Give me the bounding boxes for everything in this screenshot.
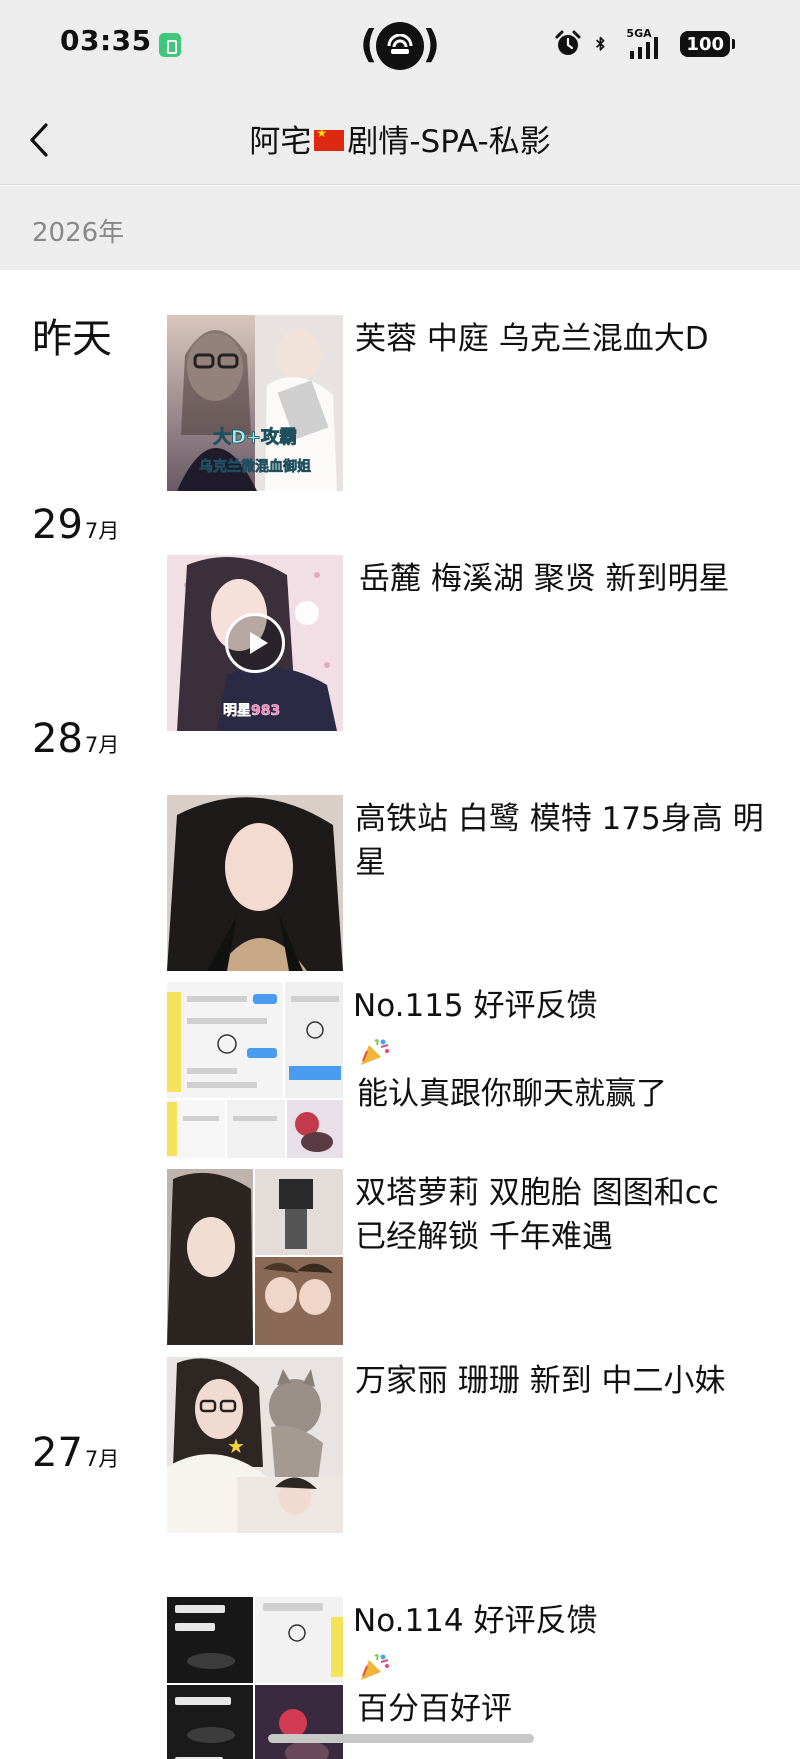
- chevron-left-icon: [30, 123, 48, 157]
- day-number: 29: [32, 502, 83, 548]
- post-thumbnail[interactable]: [167, 795, 343, 971]
- caption-line: 高铁站 白鹭 模特 175身高 明: [355, 801, 764, 837]
- hotspot-icon: ( ): [360, 18, 440, 74]
- day-text: 昨天: [32, 316, 112, 362]
- month-text: 7月: [84, 1447, 120, 1471]
- thumb-overlay-text: 明星983: [223, 703, 280, 719]
- caption-line: 星: [355, 845, 386, 881]
- day-number: 28: [32, 716, 83, 762]
- status-icons: 5GA 100: [554, 26, 735, 62]
- caption-line: No.114 好评反馈: [353, 1603, 598, 1639]
- party-popper-icon: [361, 1653, 389, 1680]
- post-caption[interactable]: 岳麓 梅溪湖 聚贤 新到明星: [359, 557, 789, 601]
- post-video-thumbnail[interactable]: 明星983: [167, 555, 343, 731]
- moments-feed[interactable]: 昨天 大D+攻霸 乌克兰微混血御姐 芙蓉 中庭 乌克兰混血大D 297月 明星9…: [0, 270, 800, 1759]
- caption-line: 万家丽 珊珊 新到 中二小妹: [355, 1363, 726, 1399]
- post-caption[interactable]: 高铁站 白鹭 模特 175身高 明 星: [355, 797, 785, 885]
- post-item[interactable]: 明星983 岳麓 梅溪湖 聚贤 新到明星: [167, 555, 787, 731]
- page-title: 阿宅剧情-SPA-私影: [100, 116, 700, 161]
- post-item[interactable]: No.115 好评反馈 能认真跟你聊天就赢了: [167, 982, 787, 1158]
- alarm-icon: [555, 30, 581, 55]
- year-label: 2026年: [32, 218, 125, 248]
- battery-indicator: 100: [680, 31, 735, 57]
- day-label-yesterday: 昨天: [32, 306, 112, 364]
- cellular-signal-icon: 5GA: [624, 27, 668, 59]
- month-text: 7月: [84, 733, 120, 757]
- caption-line: 岳麓 梅溪湖 聚贤 新到明星: [359, 561, 730, 597]
- caption-line: 百分百好评: [357, 1691, 512, 1727]
- post-caption[interactable]: 万家丽 珊珊 新到 中二小妹: [355, 1359, 785, 1403]
- post-item[interactable]: ★ 万家丽 珊珊 新到 中二小妹: [167, 1357, 787, 1533]
- month-text: 7月: [84, 519, 120, 543]
- post-caption[interactable]: 双塔萝莉 双胞胎 图图和cc 已经解锁 千年难遇: [355, 1171, 785, 1259]
- post-thumbnail[interactable]: ★: [167, 1357, 343, 1533]
- home-indicator[interactable]: [268, 1734, 534, 1743]
- play-icon[interactable]: [225, 613, 285, 673]
- caption-line: 已经解锁 千年难遇: [355, 1219, 613, 1255]
- screen-lock-icon: [159, 33, 181, 57]
- caption-line: 双塔萝莉 双胞胎 图图和cc: [355, 1175, 719, 1211]
- china-flag-icon: [314, 126, 345, 151]
- day-label-27: 277月: [32, 1430, 119, 1476]
- post-thumbnail-grid[interactable]: [167, 982, 343, 1158]
- title-prefix: 阿宅: [249, 124, 312, 160]
- status-bar: 03:35 ( ) 5GA 100: [0, 0, 800, 92]
- year-header: 2026年: [0, 186, 800, 270]
- svg-text:乌克兰微混血御姐: 乌克兰微混血御姐: [199, 458, 311, 475]
- caption-line: 芙蓉 中庭 乌克兰混血大D: [355, 321, 709, 357]
- caption-line: No.115 好评反馈: [353, 988, 598, 1024]
- post-thumbnail-grid[interactable]: [167, 1169, 343, 1345]
- post-caption[interactable]: No.115 好评反馈 能认真跟你聊天就赢了: [353, 984, 783, 1116]
- thumb-overlay-text: 大D+攻霸: [213, 426, 297, 448]
- post-caption[interactable]: No.114 好评反馈 百分百好评: [353, 1599, 783, 1731]
- day-label-28: 287月: [32, 716, 119, 762]
- post-item[interactable]: 高铁站 白鹭 模特 175身高 明 星: [167, 795, 787, 971]
- post-caption[interactable]: 芙蓉 中庭 乌克兰混血大D: [355, 317, 785, 361]
- nav-bar: 阿宅剧情-SPA-私影: [0, 92, 800, 185]
- back-button[interactable]: [20, 112, 74, 166]
- svg-text:★: ★: [227, 1434, 245, 1458]
- post-thumbnail[interactable]: 大D+攻霸 乌克兰微混血御姐: [167, 315, 343, 491]
- party-popper-icon: [361, 1038, 389, 1065]
- caption-line: 能认真跟你聊天就赢了: [357, 1076, 667, 1112]
- title-suffix: 剧情-SPA-私影: [347, 124, 551, 160]
- day-label-29: 297月: [32, 502, 119, 548]
- post-item[interactable]: 大D+攻霸 乌克兰微混血御姐 芙蓉 中庭 乌克兰混血大D: [167, 315, 787, 491]
- day-number: 27: [32, 1430, 83, 1476]
- bluetooth-icon: [596, 36, 605, 51]
- status-time: 03:35: [60, 24, 152, 57]
- post-item[interactable]: 双塔萝莉 双胞胎 图图和cc 已经解锁 千年难遇: [167, 1169, 787, 1345]
